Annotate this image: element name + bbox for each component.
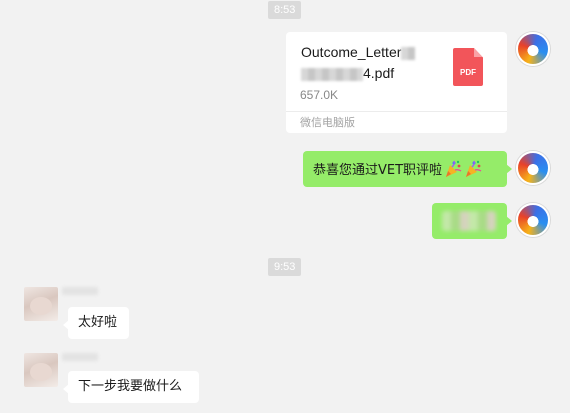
file-name: Outcome_Letter 4.pdf: [301, 42, 439, 84]
message-text: 恭喜您通过VET职评啦: [313, 163, 443, 178]
timestamp-badge: 8:53: [268, 1, 302, 19]
file-name-suffix: 4.pdf: [363, 65, 395, 81]
message-bubble-sent[interactable]: [432, 203, 512, 239]
avatar[interactable]: [24, 287, 58, 321]
avatar[interactable]: [24, 353, 58, 387]
avatar[interactable]: [516, 203, 550, 237]
message-bubble-received[interactable]: 下一步我要做什么: [63, 371, 199, 403]
message-bubble-sent[interactable]: 恭喜您通过VET职评啦: [303, 151, 512, 187]
avatar[interactable]: [516, 151, 550, 185]
party-popper-icon: [446, 160, 462, 177]
redacted-text: [301, 67, 363, 81]
file-message-card[interactable]: Outcome_Letter 4.pdf PDF 657.0K 微信电脑版: [286, 32, 507, 133]
message-bubble-received[interactable]: 太好啦: [63, 307, 129, 339]
message-text: 太好啦: [78, 315, 118, 330]
party-popper-icon: [466, 160, 482, 177]
file-name-line1: Outcome_Letter: [301, 44, 402, 60]
timestamp-badge: 9:53: [268, 258, 302, 276]
file-card-divider: [286, 111, 507, 112]
pdf-file-icon: PDF: [453, 48, 483, 86]
file-source-label: 微信电脑版: [300, 116, 355, 129]
pdf-icon-label: PDF: [460, 68, 476, 77]
file-size: 657.0K: [300, 88, 339, 102]
redacted-text: [401, 46, 416, 60]
message-text: 下一步我要做什么: [78, 379, 183, 394]
sender-name-redacted: [62, 353, 98, 361]
avatar[interactable]: [516, 32, 550, 66]
sender-name-redacted: [62, 287, 98, 295]
redacted-text: [442, 211, 496, 231]
